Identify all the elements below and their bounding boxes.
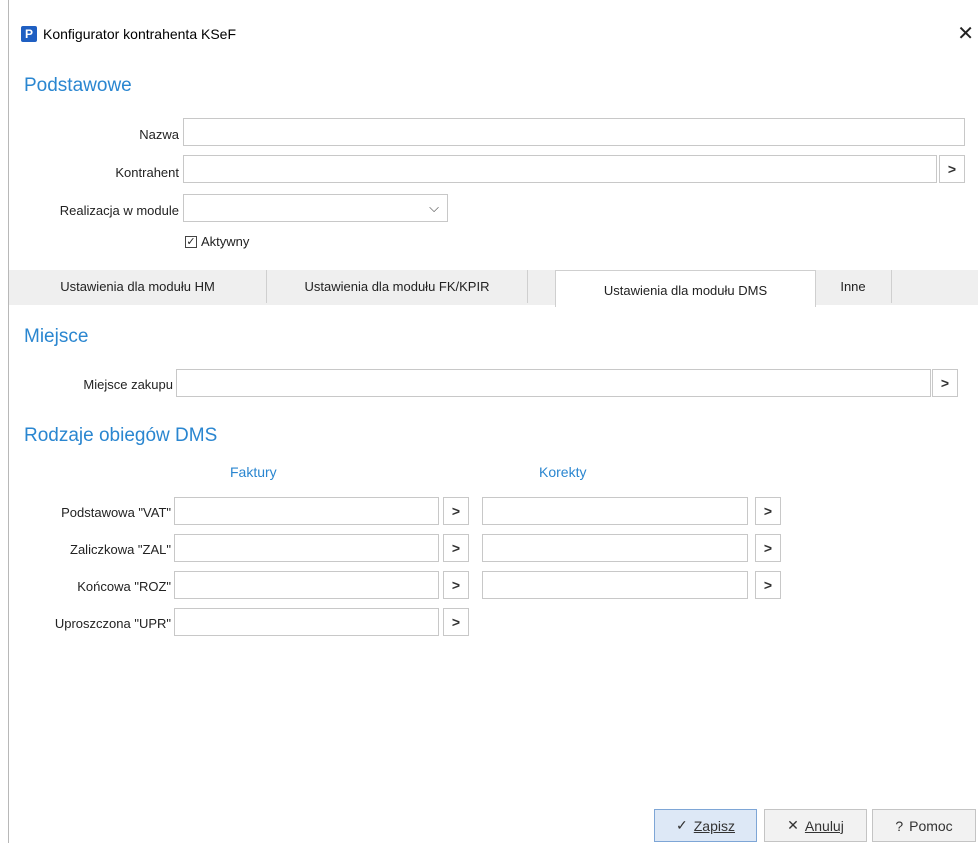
help-label: Pomoc: [909, 817, 953, 834]
korekty-zal-input[interactable]: [482, 534, 748, 562]
row-label-zal: Zaliczkowa "ZAL": [70, 542, 171, 557]
tab-fk-kpir[interactable]: Ustawienia dla modułu FK/KPIR: [267, 270, 528, 303]
save-label: Zapisz: [693, 817, 735, 834]
faktury-roz-input[interactable]: [174, 571, 439, 599]
faktury-zal-select-button[interactable]: >: [443, 534, 469, 562]
chevron-right-icon: >: [763, 503, 773, 519]
chevron-right-icon: >: [940, 375, 950, 391]
checkmark-icon: ✓: [185, 235, 197, 248]
chevron-right-icon: >: [451, 577, 461, 593]
kontrahent-select-button[interactable]: >: [939, 155, 965, 183]
faktury-roz-select-button[interactable]: >: [443, 571, 469, 599]
faktury-vat-input[interactable]: [174, 497, 439, 525]
miejsce-zakupu-select-button[interactable]: >: [932, 369, 958, 397]
korekty-roz-select-button[interactable]: >: [755, 571, 781, 599]
cancel-button[interactable]: ✕ Anuluj: [764, 809, 867, 842]
row-label-upr: Uproszczona "UPR": [54, 616, 171, 631]
chevron-down-icon: ⌵: [429, 200, 439, 215]
realizacja-label: Realizacja w module: [59, 203, 179, 218]
section-podstawowe: Podstawowe: [24, 75, 132, 96]
nazwa-input[interactable]: [183, 118, 965, 146]
section-rodzaje-obiegow: Rodzaje obiegów DMS: [24, 425, 218, 446]
check-icon: ✓: [676, 817, 688, 833]
column-korekty: Korekty: [539, 464, 587, 480]
chevron-right-icon: >: [451, 503, 461, 519]
window-title: Konfigurator kontrahenta KSeF: [43, 26, 237, 42]
realizacja-dropdown[interactable]: ⌵: [183, 194, 448, 222]
tab-bar: Ustawienia dla modułu HM Ustawienia dla …: [9, 270, 978, 307]
korekty-vat-select-button[interactable]: >: [755, 497, 781, 525]
faktury-vat-select-button[interactable]: >: [443, 497, 469, 525]
help-icon: ?: [895, 817, 904, 834]
faktury-upr-input[interactable]: [174, 608, 439, 636]
chevron-right-icon: >: [451, 614, 461, 630]
kontrahent-input[interactable]: [183, 155, 937, 183]
chevron-right-icon: >: [763, 577, 773, 593]
miejsce-zakupu-label: Miejsce zakupu: [83, 377, 173, 392]
cancel-label: Anuluj: [804, 817, 844, 834]
tab-hm[interactable]: Ustawienia dla modułu HM: [9, 270, 267, 303]
korekty-vat-input[interactable]: [482, 497, 748, 525]
korekty-roz-input[interactable]: [482, 571, 748, 599]
chevron-right-icon: >: [947, 161, 957, 177]
aktywny-checkbox[interactable]: ✓ Aktywny: [185, 234, 249, 249]
chevron-right-icon: >: [763, 540, 773, 556]
row-label-vat: Podstawowa "VAT": [61, 505, 171, 520]
help-button[interactable]: ? Pomoc: [872, 809, 976, 842]
faktury-upr-select-button[interactable]: >: [443, 608, 469, 636]
title-bar: P Konfigurator kontrahenta KSeF ✕: [9, 18, 978, 48]
tab-inne[interactable]: Inne: [815, 270, 892, 303]
close-icon[interactable]: ✕: [957, 21, 974, 46]
dialog-window: P Konfigurator kontrahenta KSeF ✕ Podsta…: [8, 0, 978, 843]
miejsce-zakupu-input[interactable]: [176, 369, 931, 397]
tab-dms[interactable]: Ustawienia dla modułu DMS: [555, 270, 816, 307]
row-label-roz: Końcowa "ROZ": [77, 579, 171, 594]
kontrahent-label: Kontrahent: [115, 165, 179, 180]
korekty-zal-select-button[interactable]: >: [755, 534, 781, 562]
app-icon: P: [21, 26, 37, 42]
close-icon: ✕: [787, 817, 799, 833]
faktury-zal-input[interactable]: [174, 534, 439, 562]
save-button[interactable]: ✓ Zapisz: [654, 809, 757, 842]
chevron-right-icon: >: [451, 540, 461, 556]
nazwa-label: Nazwa: [139, 127, 179, 142]
section-miejsce: Miejsce: [24, 326, 89, 347]
column-faktury: Faktury: [230, 464, 277, 480]
aktywny-label: Aktywny: [201, 234, 250, 249]
